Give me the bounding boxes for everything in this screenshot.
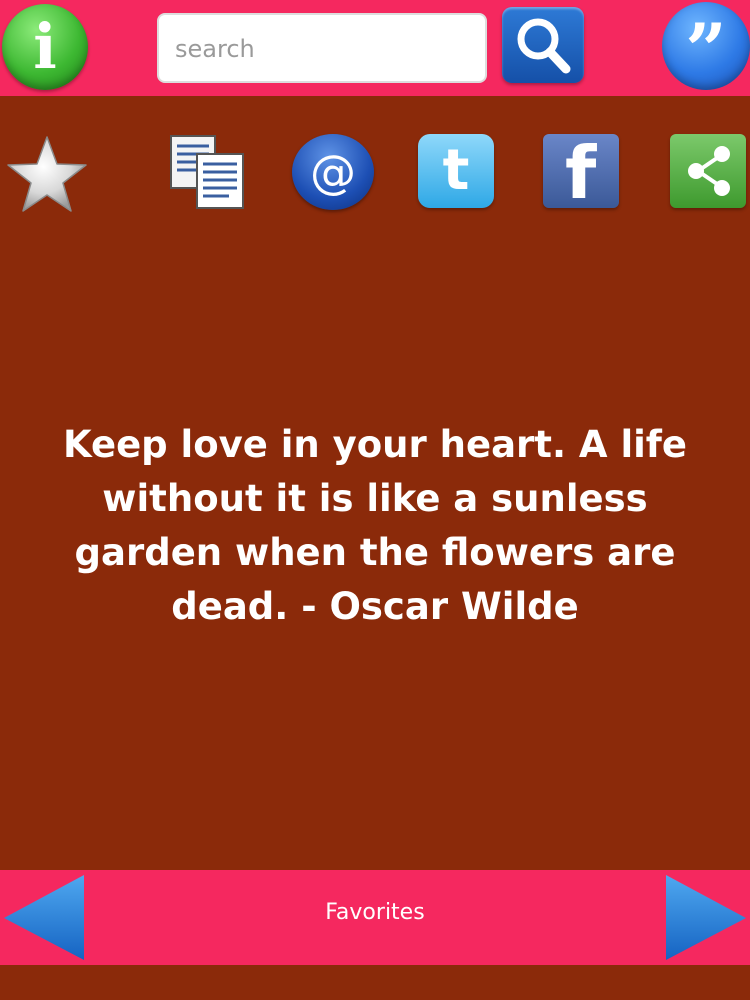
info-icon: i [33,10,57,83]
facebook-button[interactable]: f [543,134,619,208]
facebook-icon: f [565,134,597,208]
email-button[interactable]: @ [292,134,374,210]
previous-arrow-icon[interactable] [0,870,90,965]
email-icon: @ [310,145,356,199]
next-arrow-icon[interactable] [660,870,750,965]
bottom-strip [0,965,750,1000]
copy-icon[interactable] [165,132,251,212]
quotes-button[interactable]: ” [662,2,750,92]
share-toolbar: @ t f [0,128,750,218]
search-icon [517,18,571,74]
quotes-icon: ” [685,7,727,92]
search-button[interactable] [502,7,584,83]
star-icon[interactable] [4,134,90,214]
share-icon [688,146,730,196]
share-button[interactable] [670,134,746,208]
top-bar: i ” [0,0,750,96]
bottom-bar: Favorites [0,870,750,965]
twitter-button[interactable]: t [418,134,494,208]
favorites-button[interactable]: Favorites [275,900,475,925]
quote-text: Keep love in your heart. A life without … [62,423,688,628]
twitter-icon: t [442,138,470,203]
info-button[interactable]: i [2,4,88,90]
search-input[interactable] [173,27,477,71]
search-field[interactable] [157,13,487,83]
